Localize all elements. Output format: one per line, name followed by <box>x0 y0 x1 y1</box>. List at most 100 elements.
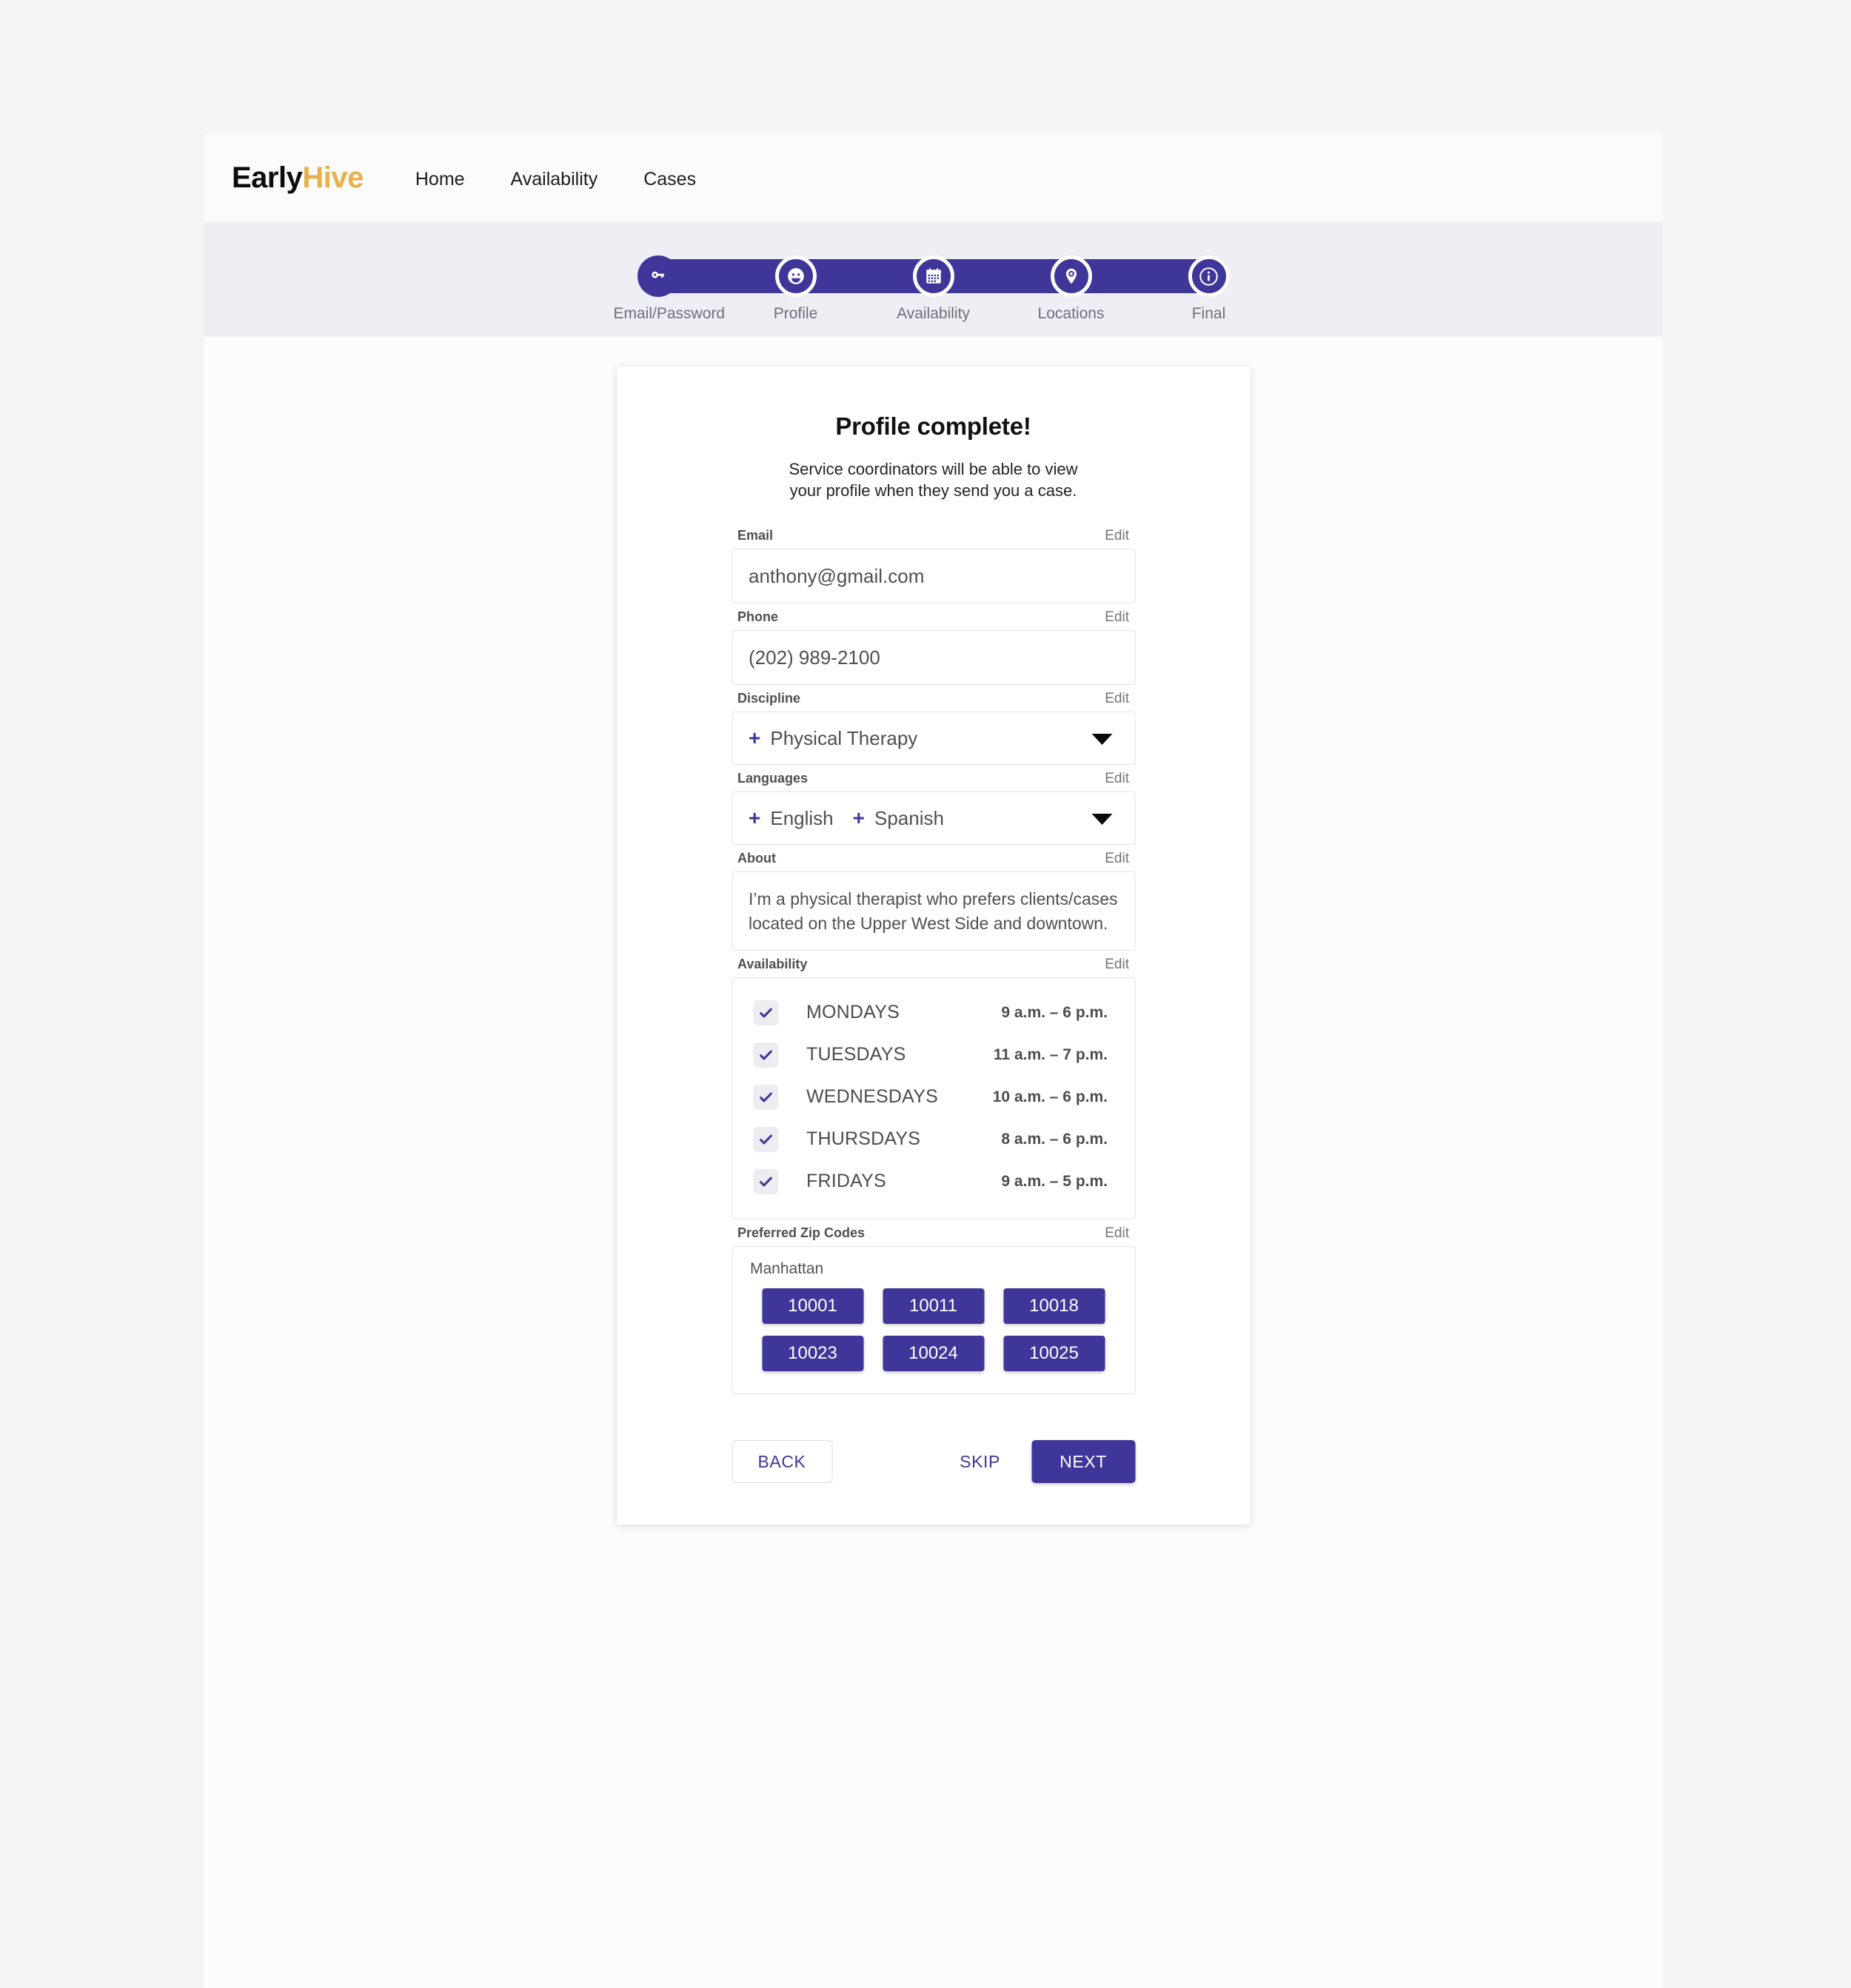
nav-link-cases[interactable]: Cases <box>643 169 696 190</box>
step-locations[interactable]: Locations <box>1027 255 1116 323</box>
availability-row: WEDNESDAYS 10 a.m. – 6 p.m. <box>732 1076 1134 1118</box>
key-icon <box>637 255 679 297</box>
step-final[interactable]: Final <box>1165 255 1253 323</box>
availability-row: MONDAYS 9 a.m. – 6 p.m. <box>732 991 1134 1034</box>
checkbox-mondays[interactable] <box>753 1000 778 1025</box>
field-head-availability: Availability Edit <box>732 957 1135 977</box>
field-label-availability: Availability <box>737 957 808 972</box>
zip-chip[interactable]: 10023 <box>762 1336 863 1372</box>
field-discipline: Discipline Edit + Physical Therapy <box>732 691 1135 766</box>
availability-row: THURSDAYS 8 a.m. – 6 p.m. <box>732 1118 1134 1160</box>
calendar-icon <box>912 255 954 297</box>
step-label-email-password: Email/Password <box>613 305 726 322</box>
availability-row: TUESDAYS 11 a.m. – 7 p.m. <box>732 1034 1134 1076</box>
zip-chip[interactable]: 10001 <box>762 1288 863 1325</box>
language-token-label: English <box>770 806 834 829</box>
nav-link-availability[interactable]: Availability <box>511 169 598 190</box>
chevron-down-icon <box>1091 734 1112 746</box>
step-label-final: Final <box>1191 305 1226 322</box>
edit-link-email[interactable]: Edit <box>1105 528 1129 544</box>
field-head-languages: Languages Edit <box>732 771 1135 791</box>
language-token-spanish: + Spanish <box>853 807 944 830</box>
edit-link-discipline[interactable]: Edit <box>1105 691 1129 707</box>
zip-chip[interactable]: 10024 <box>883 1336 984 1372</box>
discipline-token-label: Physical Therapy <box>770 726 918 749</box>
field-about: About Edit I’m a physical therapist who … <box>732 851 1135 951</box>
top-navbar: EarlyHive Home Availability Cases <box>204 134 1663 222</box>
about-textarea[interactable]: I’m a physical therapist who prefers cli… <box>732 871 1135 951</box>
field-head-zip-codes: Preferred Zip Codes Edit <box>732 1225 1135 1246</box>
availability-day: THURSDAYS <box>806 1128 921 1150</box>
app-frame: EarlyHive Home Availability Cases Email/… <box>204 134 1663 1988</box>
field-phone: Phone Edit (202) 989-2100 <box>732 609 1135 686</box>
edit-link-about[interactable]: Edit <box>1105 851 1129 867</box>
card-footer: BACK SKIP NEXT <box>732 1440 1135 1484</box>
skip-button[interactable]: SKIP <box>955 1451 1005 1473</box>
availability-day: TUESDAYS <box>806 1044 906 1065</box>
checkbox-fridays[interactable] <box>753 1168 778 1194</box>
step-label-locations: Locations <box>1037 305 1105 322</box>
checkbox-tuesdays[interactable] <box>753 1042 778 1068</box>
language-token-english: + English <box>749 807 834 830</box>
languages-select[interactable]: + English + Spanish <box>732 791 1135 846</box>
brand-name-second: Hive <box>302 161 364 194</box>
field-label-about: About <box>737 851 776 866</box>
progress-stepper: Email/Password Profile Availability Loca… <box>614 255 1230 329</box>
edit-link-availability[interactable]: Edit <box>1105 957 1129 973</box>
edit-link-zip-codes[interactable]: Edit <box>1105 1225 1129 1242</box>
field-label-discipline: Discipline <box>737 691 801 706</box>
zip-chip[interactable]: 10018 <box>1003 1288 1105 1325</box>
main-content: Profile complete! Service coordinators w… <box>204 337 1663 1988</box>
next-button[interactable]: NEXT <box>1031 1440 1135 1484</box>
step-availability[interactable]: Availability <box>889 255 978 323</box>
availability-time: 10 a.m. – 6 p.m. <box>992 1088 1108 1105</box>
fields-list: Email Edit anthony@gmail.com Phone Edit … <box>732 528 1135 1395</box>
availability-day: FRIDAYS <box>806 1171 886 1192</box>
checkbox-wednesdays[interactable] <box>753 1084 778 1110</box>
field-label-phone: Phone <box>737 609 779 625</box>
phone-field[interactable]: (202) 989-2100 <box>732 630 1135 686</box>
field-head-about: About Edit <box>732 851 1135 871</box>
profile-summary-card: Profile complete! Service coordinators w… <box>617 367 1250 1525</box>
map-pin-icon <box>1050 255 1092 297</box>
language-token-label: Spanish <box>874 806 944 829</box>
back-button[interactable]: BACK <box>732 1440 832 1484</box>
zip-chip[interactable]: 10025 <box>1003 1336 1105 1372</box>
step-profile[interactable]: Profile <box>752 255 840 323</box>
step-label-profile: Profile <box>773 305 818 322</box>
brand-logo[interactable]: EarlyHive <box>232 161 364 195</box>
page-subtitle: Service coordinators will be able to vie… <box>789 460 1078 501</box>
zip-chip-grid: 10001 10011 10018 10023 10024 10025 <box>750 1288 1117 1372</box>
zip-chip[interactable]: 10011 <box>883 1288 984 1325</box>
zip-region-label: Manhattan <box>750 1260 824 1278</box>
field-head-email: Email Edit <box>732 528 1135 549</box>
brand-name-first: Early <box>232 161 303 194</box>
availability-time: 9 a.m. – 5 p.m. <box>1001 1172 1108 1190</box>
field-head-phone: Phone Edit <box>732 609 1135 630</box>
edit-link-phone[interactable]: Edit <box>1105 609 1129 626</box>
field-label-languages: Languages <box>737 771 809 786</box>
availability-day: MONDAYS <box>806 1002 900 1023</box>
plus-icon: + <box>852 806 865 830</box>
field-label-zip-codes: Preferred Zip Codes <box>737 1225 866 1241</box>
step-label-availability: Availability <box>897 305 970 322</box>
field-zip-codes: Preferred Zip Codes Edit Manhattan 10001… <box>732 1225 1135 1395</box>
availability-list: MONDAYS 9 a.m. – 6 p.m. TUESDAYS 11 a.m.… <box>732 977 1135 1220</box>
field-label-email: Email <box>737 528 774 543</box>
edit-link-languages[interactable]: Edit <box>1105 771 1129 787</box>
availability-time: 8 a.m. – 6 p.m. <box>1001 1130 1108 1148</box>
step-email-password[interactable]: Email/Password <box>613 255 726 323</box>
availability-day: WEDNESDAYS <box>806 1086 938 1108</box>
discipline-token: + Physical Therapy <box>749 727 917 750</box>
field-email: Email Edit anthony@gmail.com <box>732 528 1135 604</box>
stepper-band: Email/Password Profile Availability Loca… <box>204 222 1663 337</box>
checkbox-thursdays[interactable] <box>753 1126 778 1152</box>
plus-icon: + <box>749 726 761 750</box>
availability-time: 9 a.m. – 6 p.m. <box>1001 1003 1108 1021</box>
email-field[interactable]: anthony@gmail.com <box>732 549 1135 604</box>
nav-links: Home Availability Cases <box>415 169 696 190</box>
nav-link-home[interactable]: Home <box>415 169 465 190</box>
plus-icon: + <box>749 806 761 830</box>
discipline-select[interactable]: + Physical Therapy <box>732 712 1135 766</box>
field-availability: Availability Edit MONDAYS 9 a.m. – 6 p.m… <box>732 957 1135 1220</box>
